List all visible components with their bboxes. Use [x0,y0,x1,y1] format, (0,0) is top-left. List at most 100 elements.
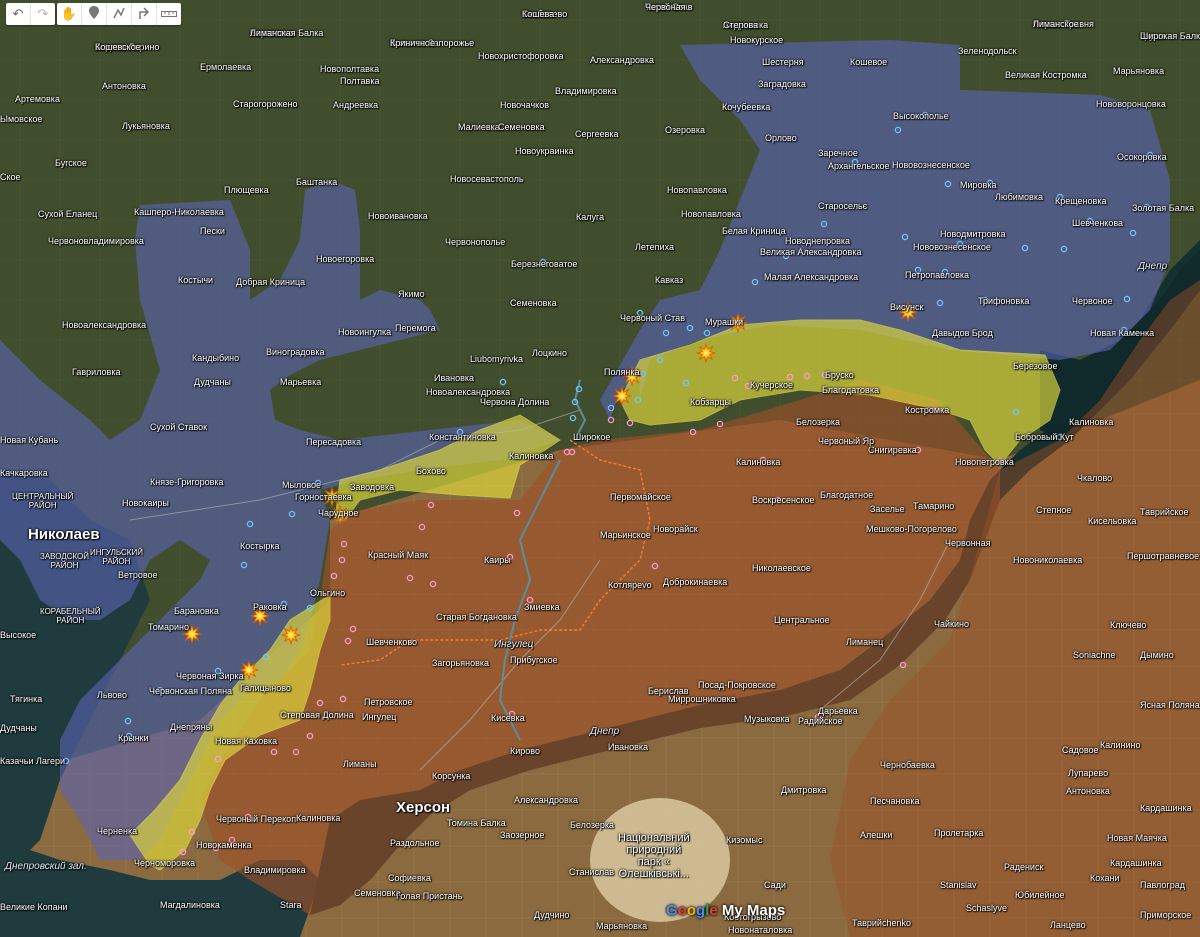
settlement-marker-liberated[interactable] [188,828,196,836]
district-label: ЗАВОДСКОЙ РАЙОН [40,552,90,570]
village-label: Заводовка [350,482,395,492]
settlement-marker-liberated[interactable] [344,637,352,645]
settlement-marker-occupied[interactable] [262,653,270,661]
add-marker-button[interactable] [81,3,106,25]
village-label: Тягинка [10,694,43,704]
settlement-marker-liberated[interactable] [607,416,615,424]
settlement-marker-occupied[interactable] [662,329,670,337]
settlement-marker-liberated[interactable] [513,509,521,517]
settlement-marker-occupied[interactable] [634,396,642,404]
fire-explosion-icon[interactable] [611,385,633,407]
settlement-marker-occupied[interactable] [894,126,902,134]
settlement-marker-occupied[interactable] [288,510,296,518]
village-label: Артемовка [15,94,60,104]
village-label: Кочубеевка [722,102,771,112]
pan-button[interactable]: ✋ [57,3,81,25]
settlement-marker-occupied[interactable] [703,329,711,337]
settlement-marker-occupied[interactable] [944,180,952,188]
village-label: Андреевка [333,100,379,110]
village-label: Калиновка [509,451,554,461]
settlement-marker-occupied[interactable] [1060,245,1068,253]
settlement-marker-occupied[interactable] [306,604,314,612]
measure-button[interactable] [156,3,181,25]
settlement-marker-liberated[interactable] [270,748,278,756]
settlement-marker-liberated[interactable] [427,501,435,509]
village-label: Новоивановка [368,211,428,221]
settlement-marker-liberated[interactable] [316,699,324,707]
village-label: Центральное [774,615,830,625]
settlement-marker-occupied[interactable] [575,385,583,393]
settlement-marker-liberated[interactable] [626,419,634,427]
settlement-marker-liberated[interactable] [349,625,357,633]
directions-button[interactable] [131,3,156,25]
village-label: Давыдов Брод [932,328,993,338]
settlement-marker-occupied[interactable] [936,299,944,307]
village-label: Новонаталовка [728,925,793,935]
village-label: Полтавка [340,76,380,86]
settlement-marker-occupied[interactable] [499,378,507,386]
settlement-marker-liberated[interactable] [406,574,414,582]
settlement-marker-liberated[interactable] [418,523,426,531]
settlement-marker-occupied[interactable] [820,220,828,228]
settlement-marker-occupied[interactable] [1012,408,1020,416]
settlement-marker-liberated[interactable] [689,428,697,436]
village-label: Лоцкино [532,348,568,358]
map-canvas[interactable]: Николаев Херсон ЦЕНТРАЛЬНЫЙ РАЙОН ЗАВОДСКОЙ… [0,0,1200,937]
settlement-marker-liberated[interactable] [651,562,659,570]
settlement-marker-occupied[interactable] [682,379,690,387]
settlement-marker-liberated[interactable] [429,580,437,588]
village-label: Кашперо-Николаевка [134,207,224,217]
village-label: Дудчино [534,910,570,920]
settlement-marker-liberated[interactable] [340,540,348,548]
village-label: Червоная [645,2,686,12]
settlement-marker-liberated[interactable] [330,572,338,580]
village-label: Широкая Балка [1140,31,1200,41]
village-label: Новопетровка [955,457,1014,467]
village-label: Ясная Поляна [1140,700,1200,710]
village-label: Чарудное [318,508,359,518]
settlement-marker-liberated[interactable] [899,661,907,669]
settlement-marker-liberated[interactable] [292,748,300,756]
settlement-marker-occupied[interactable] [656,356,664,364]
village-label: Сухой Ставок [150,422,208,432]
draw-line-button[interactable] [106,3,131,25]
village-label: Мировка [960,180,997,190]
village-label: Новоднепровка [785,236,851,246]
village-label: Миррошниковка [668,694,736,704]
settlement-marker-liberated[interactable] [786,373,794,381]
settlement-marker-liberated[interactable] [306,732,314,740]
settlement-marker-occupied[interactable] [124,717,132,725]
fire-explosion-icon[interactable] [695,342,717,364]
settlement-marker-liberated[interactable] [339,695,347,703]
settlement-marker-occupied[interactable] [569,414,577,422]
village-label: Томарино [148,622,190,632]
village-label: Красный Маяк [368,550,429,560]
settlement-marker-liberated[interactable] [338,556,346,564]
settlement-marker-liberated[interactable] [716,420,724,428]
settlement-marker-occupied[interactable] [240,561,248,569]
settlement-marker-occupied[interactable] [1129,229,1137,237]
settlement-marker-liberated[interactable] [179,848,187,856]
settlement-marker-liberated[interactable] [731,374,739,382]
settlement-marker-occupied[interactable] [607,404,615,412]
village-label: Ермолаевка [200,62,252,72]
undo-button[interactable]: ↶ [6,3,30,25]
settlement-marker-occupied[interactable] [571,398,579,406]
village-label: Бугское [55,158,87,168]
settlement-marker-occupied[interactable] [901,233,909,241]
village-label: Пески [200,226,225,236]
settlement-marker-occupied[interactable] [686,324,694,332]
river-label: Ингулец [494,639,534,650]
settlement-marker-occupied[interactable] [246,520,254,528]
village-label: Новоукраинка [515,146,574,156]
village-label: Малиевка [458,122,500,132]
settlement-marker-occupied[interactable] [1123,295,1131,303]
village-label: Благодатовка [822,385,879,395]
village-label: Зеленодольск [958,46,1017,56]
settlement-marker-occupied[interactable] [751,278,759,286]
settlement-marker-occupied[interactable] [1021,244,1029,252]
settlement-marker-liberated[interactable] [803,372,811,380]
settlement-marker-liberated[interactable] [214,755,222,763]
fire-explosion-icon[interactable] [280,624,302,646]
redo-button[interactable]: ↷ [30,3,55,25]
